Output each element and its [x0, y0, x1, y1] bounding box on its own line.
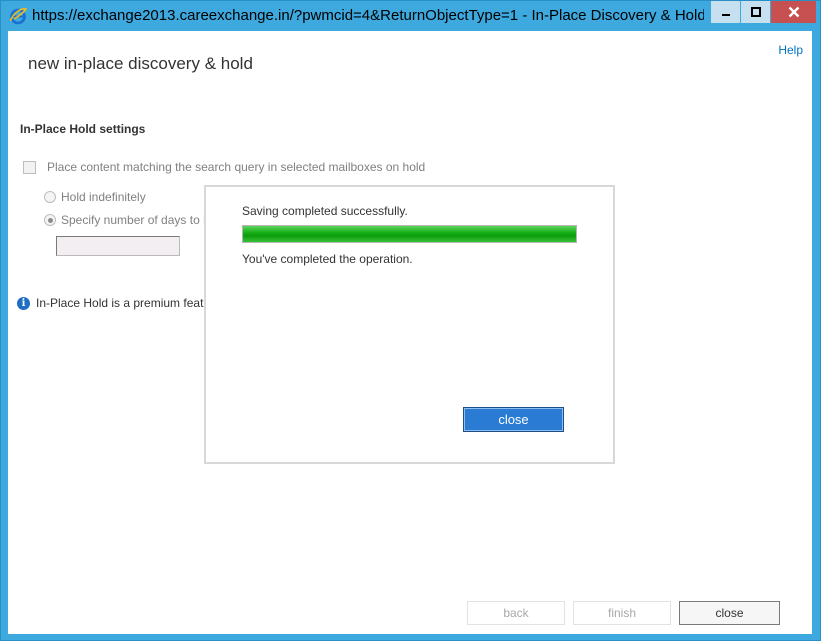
- hold-days-label: Specify number of days to l: [61, 213, 206, 227]
- days-input[interactable]: [56, 236, 180, 256]
- close-icon: [788, 6, 799, 18]
- completion-message: You've completed the operation.: [242, 252, 413, 266]
- save-progress-dialog: Saving completed successfully. You've co…: [204, 185, 615, 464]
- progress-bar: [242, 225, 577, 243]
- info-icon: i: [17, 296, 30, 310]
- help-link[interactable]: Help: [778, 43, 803, 57]
- dialog-close-button[interactable]: close: [463, 407, 564, 432]
- back-button[interactable]: back: [467, 601, 565, 625]
- maximize-icon: [750, 7, 761, 17]
- hold-checkbox[interactable]: [23, 160, 36, 174]
- hold-checkbox-label: Place content matching the search query …: [47, 160, 426, 174]
- window-title: https://exchange2013.careexchange.in/?pw…: [32, 7, 704, 24]
- close-button[interactable]: close: [679, 601, 780, 625]
- section-title: In-Place Hold settings: [20, 122, 146, 136]
- finish-button[interactable]: finish: [573, 601, 671, 625]
- progress-bar-fill: [243, 226, 576, 242]
- internet-explorer-icon: [9, 8, 27, 25]
- hold-indefinitely-radio[interactable]: [44, 191, 56, 203]
- page-title: new in-place discovery & hold: [28, 54, 253, 73]
- minimize-button[interactable]: [711, 1, 740, 23]
- hold-indefinitely-label: Hold indefinitely: [61, 190, 146, 204]
- maximize-button[interactable]: [741, 1, 770, 23]
- status-text: Saving completed successfully.: [242, 204, 408, 218]
- minimize-icon: [721, 14, 730, 16]
- hold-checkbox-row[interactable]: Place content matching the search query …: [23, 160, 425, 174]
- hold-days-radio[interactable]: [44, 214, 56, 226]
- hold-indefinitely-row[interactable]: Hold indefinitely: [44, 190, 146, 204]
- title-bar[interactable]: https://exchange2013.careexchange.in/?pw…: [1, 1, 820, 31]
- info-text: In-Place Hold is a premium featu: [36, 296, 211, 310]
- hold-days-row[interactable]: Specify number of days to l: [44, 213, 206, 227]
- browser-window: https://exchange2013.careexchange.in/?pw…: [0, 0, 821, 641]
- premium-feature-notice: i In-Place Hold is a premium featu: [17, 296, 210, 310]
- window-close-button[interactable]: [771, 1, 816, 23]
